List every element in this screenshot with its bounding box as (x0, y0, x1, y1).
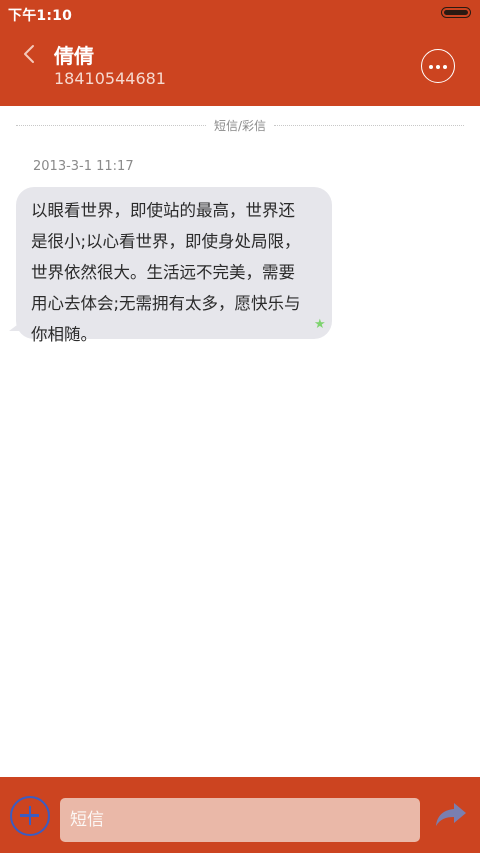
more-options-button[interactable] (421, 49, 455, 83)
divider-label-text: 短信/彩信 (207, 119, 273, 133)
sms-input[interactable] (60, 798, 420, 842)
more-dot (436, 65, 440, 69)
star-icon: ★ (314, 317, 326, 332)
contact-number: 18410544681 (54, 69, 166, 88)
contact-name: 倩倩 (54, 44, 94, 68)
message-text: 以眼看世界，即使站的最高，世界还是很小;以心看世界，即使身处局限，世界依然很大。… (31, 201, 301, 344)
chevron-left-icon (24, 45, 34, 63)
battery-level (444, 10, 468, 15)
send-button[interactable] (434, 801, 468, 829)
incoming-message-bubble[interactable]: 以眼看世界，即使站的最高，世界还是很小;以心看世界，即使身处局限，世界依然很大。… (16, 187, 332, 344)
battery-icon (441, 7, 471, 18)
more-dot (443, 65, 447, 69)
add-attachment-button[interactable] (10, 796, 50, 836)
message-type-divider: 短信/彩信 (16, 117, 464, 135)
message-timestamp: 2013-3-1 11:17 (33, 159, 134, 174)
top-header: 下午1:10 倩倩 18410544681 (0, 0, 480, 106)
more-dots-icon (429, 65, 433, 69)
divider-label: 短信/彩信 (16, 117, 464, 134)
send-arrow-icon (436, 803, 466, 826)
back-button[interactable] (16, 40, 44, 68)
plus-vertical (28, 806, 31, 825)
status-time: 下午1:10 (8, 8, 73, 24)
